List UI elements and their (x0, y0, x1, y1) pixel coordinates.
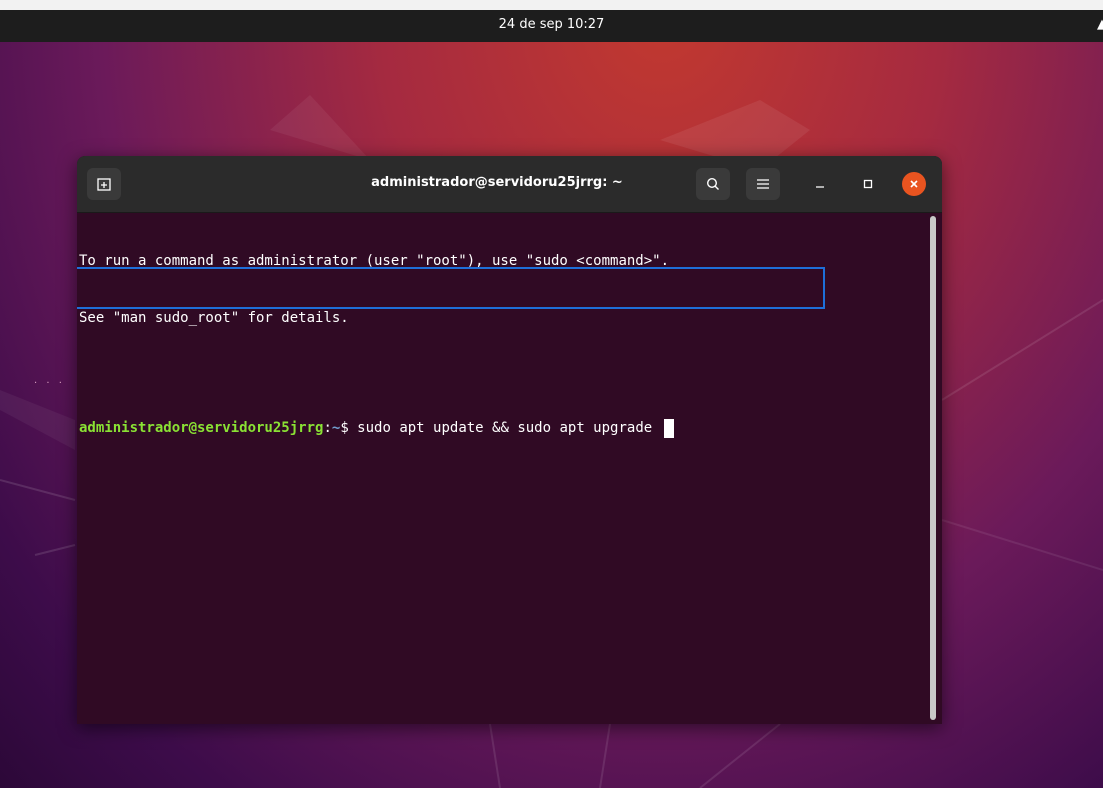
terminal-line-2: See "man sudo_root" for details. (79, 310, 349, 326)
maximize-icon (863, 179, 873, 189)
new-tab-icon (97, 178, 111, 191)
close-icon (910, 180, 918, 188)
minimize-icon (816, 186, 824, 188)
typed-command: sudo apt update && sudo apt upgrade (357, 420, 661, 436)
search-button[interactable] (696, 168, 730, 200)
highlight-box (77, 267, 825, 309)
hamburger-menu-icon (757, 179, 769, 189)
wallpaper-dots: · · · (34, 378, 65, 389)
search-icon (706, 177, 719, 190)
scrollbar[interactable] (930, 216, 936, 720)
maximize-button[interactable] (856, 172, 880, 196)
prompt-user-host: administrador@servidoru25jrrg (79, 420, 324, 436)
terminal-output[interactable]: To run a command as administrator (user … (77, 213, 927, 724)
prompt-line: administrador@servidoru25jrrg:~$ sudo ap… (79, 419, 927, 438)
prompt-separator: : (323, 420, 332, 436)
new-tab-button[interactable] (87, 168, 121, 200)
close-button[interactable] (902, 172, 926, 196)
header-bar[interactable]: administrador@servidoru25jrrg: ~ (77, 156, 942, 213)
clock[interactable]: 24 de sep 10:27 (0, 17, 1103, 32)
window-title: administrador@servidoru25jrrg: ~ (371, 175, 623, 190)
top-bar: 24 de sep 10:27 ▲ (0, 10, 1103, 42)
minimize-button[interactable] (808, 172, 832, 196)
terminal-window[interactable]: administrador@servidoru25jrrg: ~ To run … (77, 156, 942, 724)
prompt-symbol: $ (340, 420, 358, 436)
system-tray-icon[interactable]: ▲ (1097, 17, 1103, 31)
text-cursor (663, 419, 674, 438)
menu-button[interactable] (746, 168, 780, 200)
